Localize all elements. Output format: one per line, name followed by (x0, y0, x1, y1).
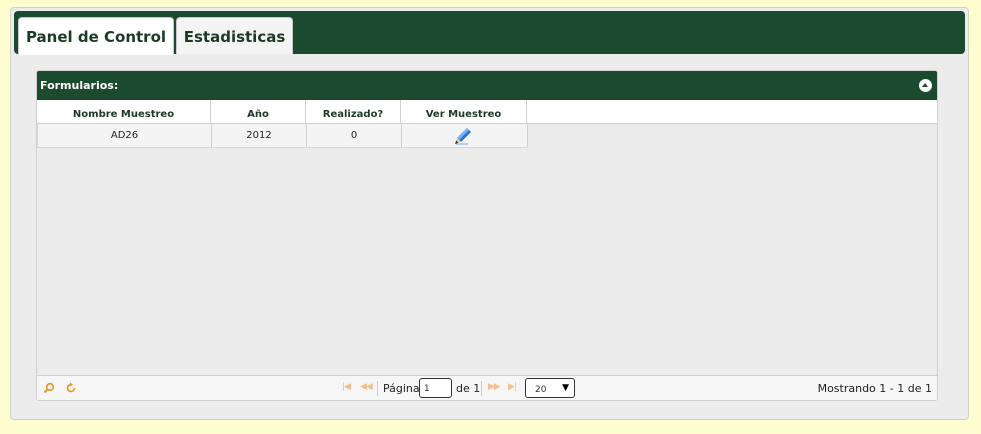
prev-page-icon[interactable]: ◀◀ (360, 382, 373, 392)
cell-nombre-muestreo: AD26 (38, 124, 212, 147)
tab-estadisticas[interactable]: Estadisticas (176, 17, 293, 54)
pager-separator (481, 381, 482, 396)
main-panel: Panel de Control Estadisticas Formulario… (10, 7, 969, 420)
column-header-realizado[interactable]: Realizado? (306, 100, 401, 123)
page-input[interactable]: 1 (419, 378, 452, 398)
column-header-anio[interactable]: Año (211, 100, 306, 123)
grid-title-text: Formularios: (40, 79, 119, 92)
cell-realizado: 0 (307, 124, 402, 147)
next-page-icon[interactable]: ▶▶ (488, 382, 501, 392)
pager-separator (377, 381, 378, 396)
cell-anio: 2012 (212, 124, 307, 147)
pencil-icon[interactable] (454, 127, 472, 145)
page-label: Página (383, 382, 420, 395)
rows-per-page-select[interactable]: 20 ▼ (525, 378, 575, 398)
first-page-icon[interactable]: |◀ (342, 382, 351, 392)
grid-header: Nombre Muestreo Año Realizado? Ver Muest… (37, 100, 937, 124)
grid-title: Formularios: (37, 71, 937, 100)
pager: |◀ ◀◀ Página 1 de 1 ▶▶ ▶| 20 ▼ Mostrando… (37, 375, 937, 400)
refresh-icon[interactable] (65, 382, 77, 394)
formularios-grid: Formularios: Nombre Muestreo Año Realiza… (36, 70, 938, 401)
column-header-ver-muestreo[interactable]: Ver Muestreo (401, 100, 527, 123)
collapse-icon[interactable] (919, 79, 932, 92)
chevron-down-icon: ▼ (562, 383, 569, 393)
page-count-label: de 1 (456, 382, 481, 395)
records-status: Mostrando 1 - 1 de 1 (817, 382, 932, 395)
table-row[interactable]: AD26 2012 0 (37, 124, 528, 148)
search-icon[interactable] (43, 382, 55, 394)
tab-bar: Panel de Control Estadisticas (14, 11, 965, 55)
tab-panel-de-control[interactable]: Panel de Control (18, 17, 174, 55)
cell-ver-muestreo (402, 124, 528, 147)
rows-per-page-value: 20 (535, 385, 547, 395)
last-page-icon[interactable]: ▶| (508, 382, 517, 392)
column-header-nombre-muestreo[interactable]: Nombre Muestreo (37, 100, 211, 123)
